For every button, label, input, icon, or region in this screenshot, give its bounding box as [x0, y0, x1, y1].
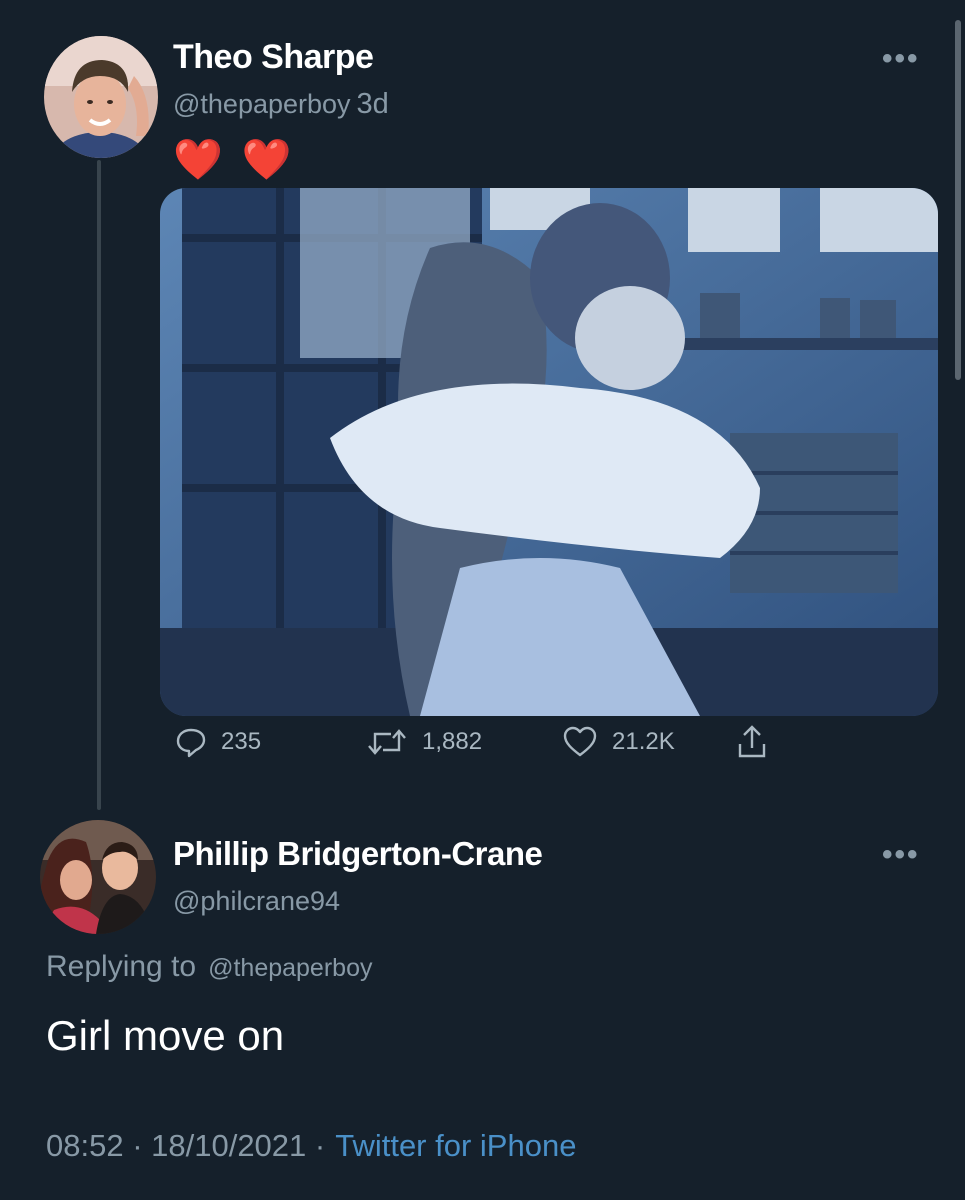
heart-outline-icon: [563, 726, 597, 757]
more-dots-icon[interactable]: •••: [882, 838, 920, 872]
author-avatar[interactable]: [44, 36, 158, 158]
reply-author-name[interactable]: Phillip Bridgerton-Crane: [173, 835, 543, 873]
reply-source[interactable]: Twitter for iPhone: [335, 1128, 576, 1164]
author-handle[interactable]: @thepaperboy: [173, 89, 351, 120]
tweet-time[interactable]: 3d: [357, 88, 389, 121]
tweet-text: ❤️ ❤️: [173, 138, 296, 182]
author-meta: @thepaperboy 3d: [173, 88, 389, 121]
author-name[interactable]: Theo Sharpe: [173, 38, 374, 77]
reply-text: Girl move on: [46, 1012, 285, 1059]
share-action[interactable]: [736, 724, 768, 760]
reply-author-avatar[interactable]: [40, 820, 156, 934]
retweet-count: 1,882: [422, 728, 483, 755]
like-count: 21.2K: [612, 728, 675, 755]
replying-to: Replying to @thepaperboy: [46, 950, 372, 984]
reply-timestamp[interactable]: 08:52 · 18/10/2021 ·: [46, 1128, 325, 1164]
replying-to-handle[interactable]: @thepaperboy: [208, 954, 372, 983]
tweet-photo[interactable]: [160, 188, 938, 716]
scrollbar[interactable]: [955, 20, 961, 380]
reply-bubble-icon: [176, 728, 206, 758]
reply-author-handle[interactable]: @philcrane94: [173, 886, 340, 917]
thread-line: [97, 160, 101, 810]
reply-count: 235: [221, 728, 262, 755]
photo-image: [160, 188, 938, 716]
share-upload-icon: [738, 725, 766, 758]
retweet-action[interactable]: 1,882: [366, 726, 482, 758]
retweet-icon: [368, 729, 406, 755]
more-dots-icon[interactable]: •••: [882, 42, 920, 76]
reply-action[interactable]: 235: [175, 726, 261, 758]
tweet-footer: 08:52 · 18/10/2021 · Twitter for iPhone: [46, 1128, 576, 1164]
replying-to-label: Replying to: [46, 950, 197, 983]
like-action[interactable]: 21.2K: [562, 726, 675, 758]
